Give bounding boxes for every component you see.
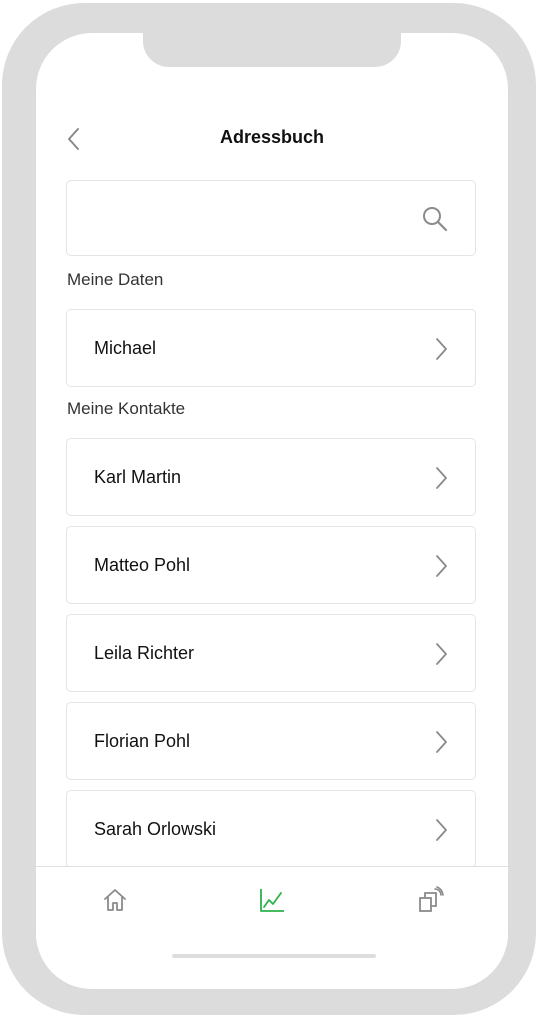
nav-item-statistics[interactable]: [255, 883, 289, 917]
phone-frame: Adressbuch Meine Daten Michael Meine Kon…: [2, 3, 536, 1015]
list-item-contact[interactable]: Florian Pohl: [66, 702, 476, 780]
list-item-contact[interactable]: Leila Richter: [66, 614, 476, 692]
list-item-my-profile[interactable]: Michael: [66, 309, 476, 387]
list-item-label: Sarah Orlowski: [94, 819, 217, 839]
device-signal-icon: [419, 886, 444, 912]
nav-item-devices[interactable]: [413, 883, 447, 917]
page-title: Adressbuch: [219, 127, 325, 147]
search-box[interactable]: [66, 180, 476, 257]
chevron-right-icon: [436, 555, 447, 577]
list-item-label: Michael: [94, 338, 157, 358]
header: Adressbuch: [36, 117, 508, 161]
bottom-nav: [36, 866, 508, 989]
list-item-contact[interactable]: Matteo Pohl: [66, 526, 476, 604]
nav-item-home[interactable]: [98, 883, 132, 917]
list-item-label: Matteo Pohl: [94, 555, 191, 575]
phone-notch: [143, 33, 401, 67]
list-item-label: Florian Pohl: [94, 731, 191, 751]
chevron-right-icon: [436, 338, 447, 360]
section-label-my-data: Meine Daten: [67, 270, 164, 289]
chart-icon: [260, 889, 284, 912]
list-item-contact[interactable]: Sarah Orlowski: [66, 790, 476, 868]
list-item-label: Karl Martin: [94, 467, 182, 487]
chevron-right-icon: [436, 731, 447, 753]
phone-screen: Adressbuch Meine Daten Michael Meine Kon…: [36, 33, 508, 989]
home-indicator: [172, 954, 376, 958]
chevron-right-icon: [436, 643, 447, 665]
chevron-right-icon: [436, 819, 447, 841]
chevron-right-icon: [436, 467, 447, 489]
search-icon[interactable]: [421, 205, 449, 233]
section-label-contacts: Meine Kontakte: [67, 399, 186, 418]
list-item-label: Leila Richter: [94, 643, 195, 663]
home-icon: [104, 889, 126, 911]
list-item-contact[interactable]: Karl Martin: [66, 438, 476, 516]
search-input[interactable]: [83, 181, 407, 257]
